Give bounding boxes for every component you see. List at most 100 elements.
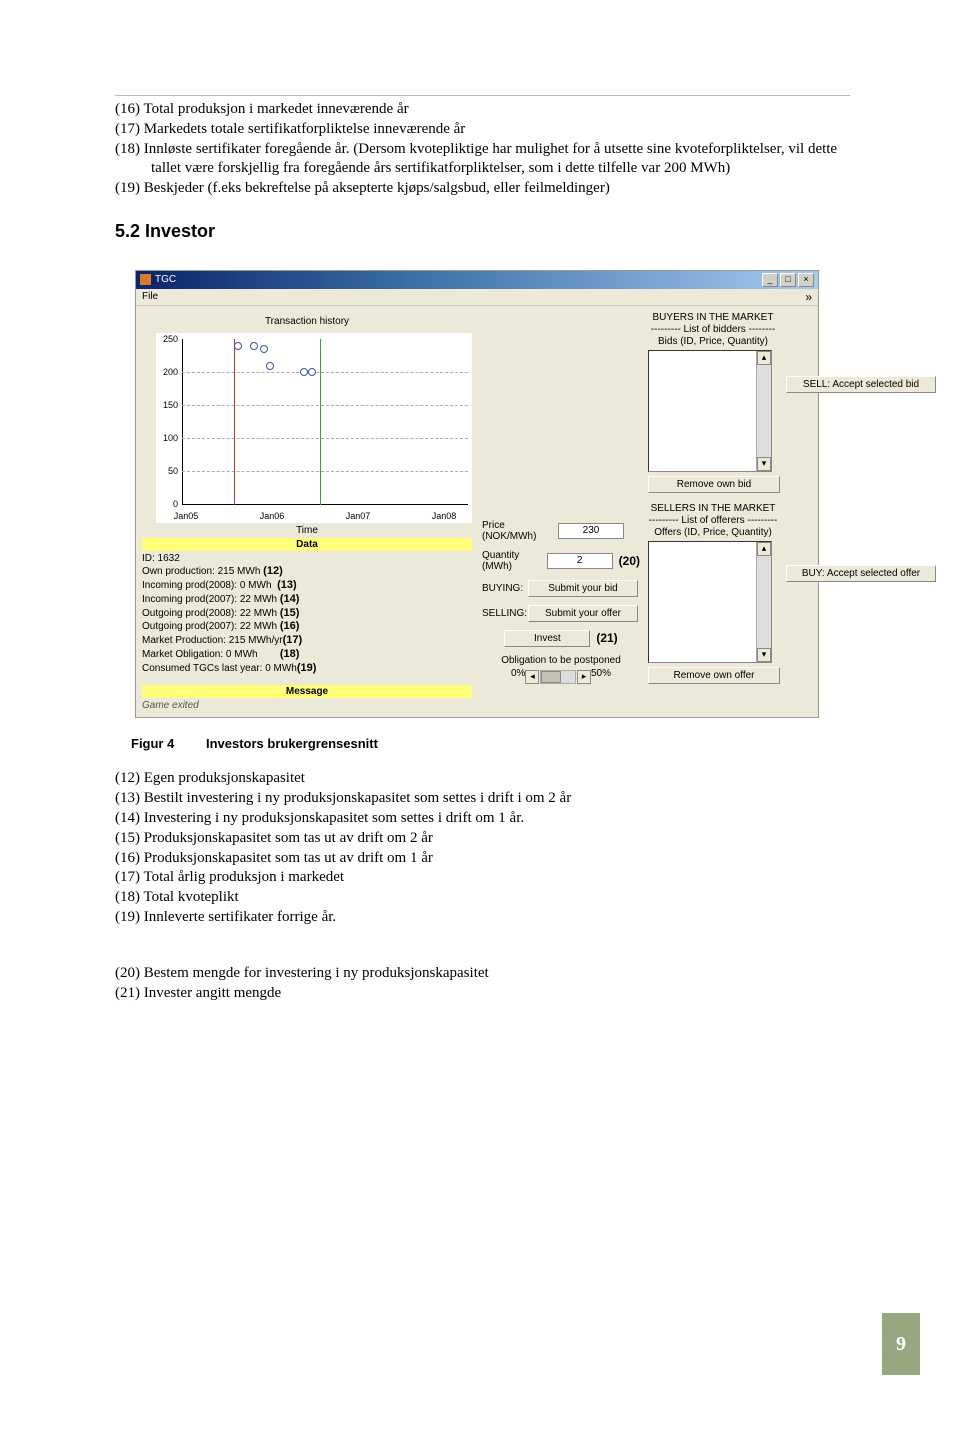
item-num: (20) xyxy=(115,965,140,981)
callout: (15) xyxy=(280,607,300,619)
slider-right-icon[interactable]: ▸ xyxy=(577,670,591,684)
item-text: Bestilt investering i ny produksjonskapa… xyxy=(144,790,571,806)
obligation-label: Obligation to be postponed xyxy=(482,655,640,666)
upper-numbered-list: (16) Total produksjon i markedet innevær… xyxy=(115,100,850,199)
vmarker-green xyxy=(320,339,321,505)
buy-accept-button[interactable]: BUY: Accept selected offer xyxy=(786,565,936,582)
item-text: Total produksjon i markedet inneværende … xyxy=(143,101,408,117)
item-text: Egen produksjonskapasitet xyxy=(144,770,305,786)
chart-point xyxy=(266,362,274,370)
item-num: (16) xyxy=(115,850,140,866)
figure-text: Investors brukergrensesnitt xyxy=(206,736,378,751)
lower-numbered-list-2: (20) Bestem mengde for investering i ny … xyxy=(115,964,850,1004)
sell-accept-button[interactable]: SELL: Accept selected bid xyxy=(786,376,936,393)
app-icon xyxy=(140,274,151,285)
data-row: Incoming prod(2007): 22 MWh xyxy=(142,594,277,605)
menu-bar: File » xyxy=(136,289,818,306)
item-text: Produksjonskapasitet som tas ut av drift… xyxy=(144,850,433,866)
buying-label: BUYING: xyxy=(482,583,528,594)
item-num: (18) xyxy=(115,889,140,905)
callout: (14) xyxy=(280,593,300,605)
xtick: Jan08 xyxy=(424,511,464,521)
xtick: Jan07 xyxy=(338,511,378,521)
scroll-up-icon[interactable]: ▴ xyxy=(757,542,771,556)
item-text: Produksjonskapasitet som tas ut av drift… xyxy=(144,830,433,846)
invest-button[interactable]: Invest xyxy=(504,630,590,647)
item-text: Investering i ny produksjonskapasitet so… xyxy=(144,810,524,826)
callout: (20) xyxy=(619,554,640,568)
chart-point xyxy=(250,342,258,350)
lower-numbered-list: (12) Egen produksjonskapasitet (13) Best… xyxy=(115,769,850,927)
remove-own-offer-button[interactable]: Remove own offer xyxy=(648,667,780,684)
pct-0: 0% xyxy=(511,668,525,686)
buyers-title: BUYERS IN THE MARKET xyxy=(648,312,778,324)
item-text: Beskjeder (f.eks bekreftelse på aksepter… xyxy=(144,180,610,196)
data-row: Market Production: 215 MWh/yr xyxy=(142,635,283,646)
ytick: 100 xyxy=(156,433,178,443)
slider-left-icon[interactable]: ◂ xyxy=(525,670,539,684)
close-button[interactable]: × xyxy=(798,273,814,287)
maximize-button[interactable]: □ xyxy=(780,273,796,287)
submit-offer-button[interactable]: Submit your offer xyxy=(528,605,638,622)
item-text: Total årlig produksjon i markedet xyxy=(143,869,344,885)
obligation-slider[interactable]: ◂ ▸ xyxy=(525,670,591,684)
ytick: 0 xyxy=(156,499,178,509)
top-rule xyxy=(115,95,850,96)
item-num: (13) xyxy=(115,790,140,806)
data-row: Market Obligation: 0 MWh xyxy=(142,649,258,660)
xtick: Jan06 xyxy=(252,511,292,521)
sellers-sub1: --------- List of offerers --------- xyxy=(648,515,778,527)
buyers-listbox[interactable]: ▴ ▾ xyxy=(648,350,772,472)
message-text: Game exited xyxy=(142,700,472,711)
qty-input[interactable] xyxy=(547,553,613,569)
callout: (13) xyxy=(277,579,297,591)
item-text: Invester angitt mengde xyxy=(144,985,281,1001)
menu-file[interactable]: File xyxy=(142,291,158,302)
item-num: (17) xyxy=(115,121,140,137)
xtick: Jan05 xyxy=(166,511,206,521)
item-num: (18) xyxy=(115,141,140,157)
callout: (17) xyxy=(283,634,303,646)
remove-own-bid-button[interactable]: Remove own bid xyxy=(648,476,780,493)
item-num: (19) xyxy=(115,909,140,925)
data-row: Outgoing prod(2008): 22 MWh xyxy=(142,608,277,619)
minimize-button[interactable]: _ xyxy=(762,273,778,287)
data-row: ID: 1632 xyxy=(142,553,472,566)
section-heading: 5.2 Investor xyxy=(115,221,850,242)
message-header: Message xyxy=(142,685,472,698)
item-text: Innleverte sertifikater forrige år. xyxy=(144,909,336,925)
sellers-listbox[interactable]: ▴ ▾ xyxy=(648,541,772,663)
ytick: 50 xyxy=(156,466,178,476)
item-num: (12) xyxy=(115,770,140,786)
figure-caption: Figur 4 Investors brukergrensesnitt xyxy=(131,736,850,751)
figure-number: Figur 4 xyxy=(131,736,174,751)
buyers-sub1: --------- List of bidders -------- xyxy=(648,324,778,336)
scroll-up-icon[interactable]: ▴ xyxy=(757,351,771,365)
item-num: (21) xyxy=(115,985,140,1001)
window-titlebar: TGC _ □ × xyxy=(136,271,818,289)
chart-title: Transaction history xyxy=(142,316,472,327)
qty-label: Quantity (MWh) xyxy=(482,550,547,572)
submit-bid-button[interactable]: Submit your bid xyxy=(528,580,638,597)
data-header: Data xyxy=(142,538,472,551)
chart-xlabel: Time xyxy=(142,525,472,536)
callout: (16) xyxy=(280,620,300,632)
menu-chevron-icon[interactable]: » xyxy=(805,290,812,304)
price-input[interactable] xyxy=(558,523,624,539)
ytick: 200 xyxy=(156,367,178,377)
selling-label: SELLING: xyxy=(482,608,528,619)
price-label: Price (NOK/MWh) xyxy=(482,520,558,542)
ytick: 250 xyxy=(156,334,178,344)
callout: (21) xyxy=(596,631,617,645)
item-num: (14) xyxy=(115,810,140,826)
ytick: 150 xyxy=(156,400,178,410)
item-num: (17) xyxy=(115,869,140,885)
scroll-down-icon[interactable]: ▾ xyxy=(757,648,771,662)
item-text: Innløste sertifikater foregående år. (De… xyxy=(144,141,837,177)
scroll-down-icon[interactable]: ▾ xyxy=(757,457,771,471)
scrollbar[interactable]: ▴ ▾ xyxy=(756,542,771,662)
scrollbar[interactable]: ▴ ▾ xyxy=(756,351,771,471)
item-text: Markedets totale sertifikatforpliktelse … xyxy=(144,121,466,137)
chart-point xyxy=(260,345,268,353)
data-row: Consumed TGCs last year: 0 MWh xyxy=(142,663,297,674)
